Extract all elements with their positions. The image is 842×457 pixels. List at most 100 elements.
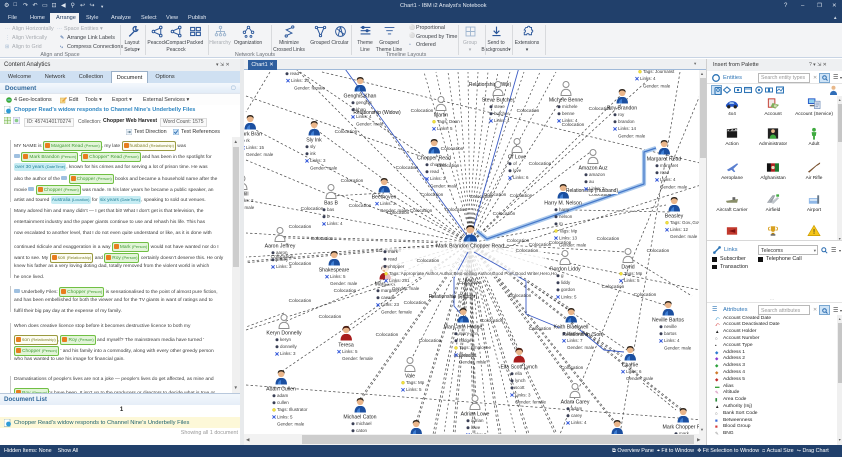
svg-text:Colocation: Colocation: [289, 261, 312, 267]
svg-text:Links: 4: Links: 4: [356, 114, 372, 119]
svg-text:ry Hill: ry Hill: [244, 192, 248, 198]
svg-text:Links: 5: Links: 5: [277, 414, 293, 419]
svg-text:Gender: male: Gender: male: [664, 345, 692, 350]
svg-text:Tags: Dean: Tags: Dean: [437, 119, 460, 124]
svg-text:Mark Bran: Mark Bran: [244, 132, 262, 138]
svg-text:Links: 3: Links: 3: [280, 351, 296, 356]
svg-text:!: !: [813, 227, 815, 236]
svg-text:Colocation: Colocation: [319, 314, 342, 320]
svg-text:roy: roy: [618, 112, 625, 117]
svg-text:Tags: Employee: Tags: Employee: [459, 345, 492, 350]
svg-text:Links: 4: Links: 4: [640, 76, 656, 81]
svg-text:er: male: er: male: [244, 205, 255, 210]
svg-text:neville: neville: [664, 324, 677, 329]
svg-text:adrian: adrian: [471, 418, 484, 423]
svg-text:Gender: male: Gender: male: [277, 421, 305, 426]
svg-text:aaron: aaron: [276, 250, 288, 255]
svg-text:Gender: male: Gender: male: [330, 281, 358, 286]
svg-text:Gender: female: Gender: female: [381, 309, 413, 314]
svg-text:Colocation: Colocation: [335, 129, 358, 135]
svg-text:Gender: male: Gender: male: [618, 133, 646, 138]
svg-text:au: au: [589, 179, 595, 184]
svg-text:Colocation: Colocation: [459, 280, 482, 286]
svg-text:Gender: male: Gender: male: [310, 165, 338, 170]
svg-text:Colocation: Colocation: [349, 203, 372, 209]
svg-text:Links: 4: Links: 4: [494, 118, 510, 123]
svg-text:read: read: [430, 169, 440, 174]
svg-text:read: read: [290, 71, 300, 76]
svg-text:steve: steve: [494, 104, 505, 109]
svg-text:Roy Brandon: Roy Brandon: [607, 106, 637, 112]
svg-text:Gender: male: Gender: male: [459, 359, 487, 364]
svg-text:Links: 3: Links: 3: [380, 201, 396, 206]
svg-text:Colocation: Colocation: [470, 194, 493, 200]
svg-text:Tags: Mp: Tags: Mp: [406, 380, 425, 385]
svg-text:Links: 14: Links: 14: [618, 126, 637, 131]
svg-text:Links: 4: Links: 4: [562, 118, 578, 123]
svg-text:Chopper Read: Chopper Read: [417, 156, 451, 162]
svg-text:jeffrey: jeffrey: [275, 257, 289, 262]
svg-text:Colocation: Colocation: [441, 146, 464, 152]
svg-text:Harry M. Nelson: Harry M. Nelson: [544, 201, 582, 207]
svg-text:Tags: Illustrator: Tags: Illustrator: [277, 407, 308, 412]
svg-text:Gender: male: Gender: male: [392, 286, 420, 291]
svg-text:ink: ink: [310, 151, 317, 156]
svg-text:Adam Carey: Adam Carey: [561, 400, 590, 406]
svg-text:Links: 4: Links: 4: [571, 420, 587, 425]
svg-text:Links: 3: Links: 3: [515, 392, 531, 397]
svg-text:Links: 5: Links: 5: [406, 387, 422, 392]
svg-text:Relationship (Wife): Relationship (Wife): [469, 82, 512, 88]
svg-text:Mark Chopper Re: Mark Chopper Re: [663, 425, 699, 431]
svg-text:Ella Scott Lynch: Ella Scott Lynch: [500, 365, 537, 371]
svg-text:Shakespeare: Shakespeare: [319, 268, 350, 274]
svg-text:Colocation: Colocation: [341, 178, 364, 184]
svg-text:Colocation: Colocation: [634, 292, 657, 298]
svg-text:caesar: caesar: [381, 295, 395, 300]
svg-text:lowe: lowe: [471, 425, 481, 430]
svg-text:of: of: [513, 161, 518, 166]
svg-text:Links: 3: Links: 3: [589, 186, 605, 191]
svg-text:Links: 5: Links: 5: [330, 274, 346, 279]
svg-text:Gender: male: Gender: male: [559, 243, 587, 248]
svg-text:read: read: [660, 170, 670, 175]
svg-text:Links: 6: Links: 6: [513, 175, 529, 180]
svg-text:Aaron Jeffrey: Aaron Jeffrey: [265, 244, 296, 250]
svg-text:Colocation: Colocation: [516, 248, 539, 254]
svg-text:Genghis Khan: Genghis Khan: [344, 94, 377, 100]
svg-text:Adam Cullen: Adam Cullen: [266, 387, 296, 393]
svg-text:m: m: [559, 221, 563, 226]
svg-text:read: read: [388, 256, 398, 261]
svg-text:b: b: [327, 214, 330, 219]
svg-text:Colocation: Colocation: [529, 161, 552, 167]
svg-text:Gender: male: Gender: male: [567, 345, 595, 350]
svg-text:Colocation: Colocation: [404, 300, 427, 306]
svg-text:Links: 3: Links: 3: [276, 264, 292, 269]
svg-text:blackwell: blackwell: [567, 331, 585, 336]
svg-text:nelson: nelson: [559, 214, 573, 219]
svg-text:margaret: margaret: [660, 163, 679, 168]
svg-text:Margaret Read: Margaret Read: [647, 157, 682, 163]
svg-text:Beasley: Beasley: [665, 214, 684, 220]
svg-text:Colocation: Colocation: [509, 293, 532, 299]
svg-text:Colocation: Colocation: [417, 258, 440, 264]
svg-text:Colocation: Colocation: [602, 284, 625, 290]
svg-text:scott: scott: [515, 385, 525, 390]
svg-text:Gender: male: Gender: male: [246, 152, 274, 157]
svg-text:Colocation: Colocation: [421, 192, 444, 198]
svg-text:adam: adam: [571, 406, 583, 411]
svg-text:Colocation: Colocation: [445, 207, 468, 213]
svg-text:Links: 4: Links: 4: [327, 221, 343, 226]
svg-text:Steve Butcher: Steve Butcher: [482, 98, 515, 104]
svg-text:Colocation: Colocation: [493, 211, 516, 217]
svg-text:michele: michele: [562, 104, 578, 109]
svg-text:Colocation: Colocation: [289, 298, 312, 304]
svg-text:Colocation: Colocation: [311, 236, 334, 242]
svg-text:michael: michael: [356, 421, 372, 426]
svg-text:Martin: Martin: [434, 113, 449, 119]
svg-text:Links: 23: Links: 23: [381, 302, 400, 307]
svg-text:chopper: chopper: [430, 162, 447, 167]
svg-text:Links: 281: Links: 281: [389, 278, 410, 283]
svg-text:Sly Ink: Sly Ink: [306, 138, 322, 144]
svg-text:bas: bas: [327, 207, 335, 212]
svg-text:Tags: Gov.,Governor: Tags: Gov.,Governor: [670, 220, 699, 225]
